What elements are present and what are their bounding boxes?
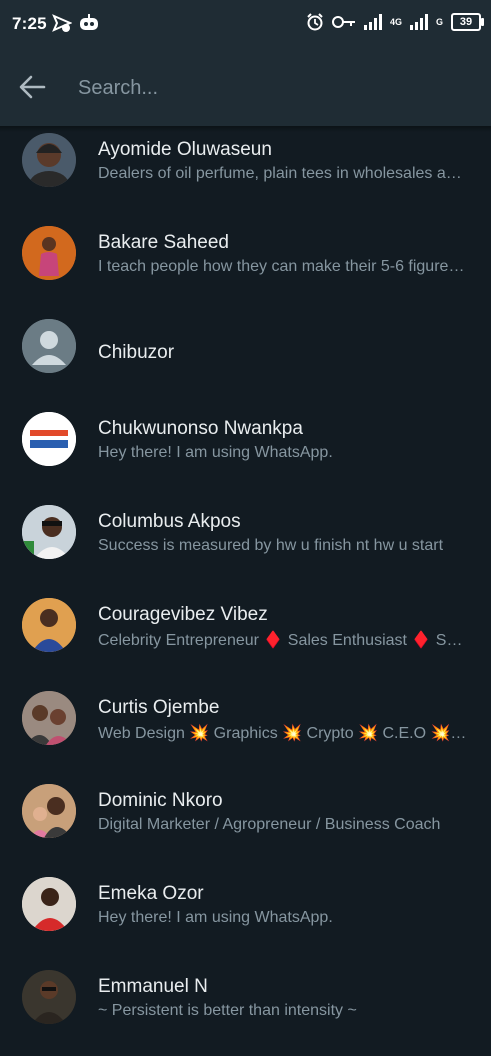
contact-row[interactable]: Chibuzor [0, 312, 491, 405]
couple-photo-icon [22, 691, 76, 745]
contact-row[interactable]: Curtis Ojembe Web Design 💥 Graphics 💥 Cr… [0, 684, 491, 777]
search-header [0, 48, 491, 126]
back-arrow-icon[interactable] [18, 74, 46, 100]
network-type-label: 4G [389, 16, 402, 27]
network-type-label-2: G [435, 16, 443, 27]
avatar [22, 784, 76, 838]
avatar [22, 133, 76, 187]
contact-name: Chibuzor [98, 342, 175, 363]
avatar [22, 970, 76, 1024]
contact-name: Emmanuel N [98, 976, 208, 997]
person-photo-icon [22, 970, 76, 1024]
person-photo-icon [22, 784, 76, 838]
person-photo-icon [22, 226, 76, 280]
search-input[interactable] [76, 72, 460, 104]
person-photo-icon [22, 598, 76, 652]
company-logo-icon [22, 412, 76, 466]
status-time: 7:25 [12, 14, 47, 33]
signal-icon [363, 14, 382, 30]
contact-row[interactable]: Couragevibez Vibez Celebrity Entrepreneu… [0, 591, 491, 684]
avatar [22, 505, 76, 559]
contact-row[interactable]: Emeka Ozor Hey there! I am using WhatsAp… [0, 870, 491, 963]
notification-icons [52, 13, 100, 33]
person-photo-icon [22, 505, 76, 559]
contact-name: Curtis Ojembe [98, 697, 220, 718]
system-indicators: 4G G 39 [306, 13, 484, 31]
contact-about: Celebrity Entrepreneur ♦️ Sales Enthusia… [98, 632, 470, 649]
contact-name: Bakare Saheed [98, 232, 229, 253]
signal-icon-2 [409, 14, 428, 30]
person-photo-icon [22, 133, 76, 187]
contact-name: Emeka Ozor [98, 883, 204, 904]
contact-about: Hey there! I am using WhatsApp. [98, 444, 333, 461]
send-notification-icon [52, 14, 72, 32]
status-bar: 7:25 4G G 39 [0, 0, 491, 48]
contact-row[interactable]: Columbus Akpos Success is measured by hw… [0, 498, 491, 591]
person-photo-icon [22, 877, 76, 931]
alarm-icon [307, 13, 323, 31]
avatar [22, 319, 76, 373]
contact-name: Dominic Nkoro [98, 790, 223, 811]
avatar [22, 412, 76, 466]
contact-row[interactable]: Emmanuel N ~ Persistent is better than i… [0, 963, 491, 1056]
contact-about: Dealers of oil perfume, plain tees in wh… [98, 165, 470, 182]
key-icon [331, 16, 355, 28]
contact-row[interactable]: Dominic Nkoro Digital Marketer / Agropre… [0, 777, 491, 870]
default-avatar-icon [22, 319, 76, 373]
contact-row[interactable]: Chukwunonso Nwankpa Hey there! I am usin… [0, 405, 491, 498]
contact-row[interactable]: Bakare Saheed I teach people how they ca… [0, 219, 491, 312]
battery-icon: 39 [451, 13, 484, 31]
bot-icon [80, 14, 98, 30]
avatar [22, 226, 76, 280]
contact-about: Digital Marketer / Agropreneur / Busines… [98, 816, 441, 833]
avatar [22, 691, 76, 745]
contact-about: Success is measured by hw u finish nt hw… [98, 537, 444, 554]
contact-name: Columbus Akpos [98, 511, 241, 532]
contact-row[interactable]: Ayomide Oluwaseun Dealers of oil perfume… [0, 126, 491, 219]
avatar [22, 877, 76, 931]
contact-name: Ayomide Oluwaseun [98, 139, 272, 160]
contact-name: Couragevibez Vibez [98, 604, 268, 625]
contact-about: Hey there! I am using WhatsApp. [98, 909, 333, 926]
avatar [22, 598, 76, 652]
contact-about: I teach people how they can make their 5… [98, 258, 470, 275]
contact-about: ~ Persistent is better than intensity ~ [98, 1002, 357, 1019]
contact-name: Chukwunonso Nwankpa [98, 418, 303, 439]
contact-about: Web Design 💥 Graphics 💥 Crypto 💥 C.E.O 💥… [98, 725, 470, 742]
